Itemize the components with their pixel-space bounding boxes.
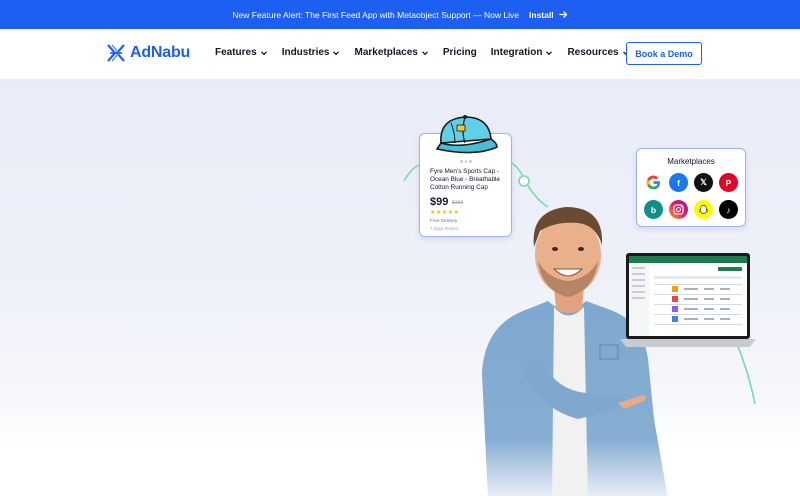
nav-label: Resources	[567, 47, 619, 58]
chevron-down-icon	[260, 50, 267, 55]
announcement-bar: New Feature Alert: The First Feed App wi…	[0, 0, 800, 29]
product-price: $99	[430, 196, 449, 208]
nav-integration[interactable]: Integration	[491, 47, 554, 58]
arrow-right-icon	[558, 11, 567, 18]
nav-marketplaces[interactable]: Marketplaces	[354, 47, 428, 58]
logo[interactable]: AdNabu	[106, 42, 190, 64]
chevron-down-icon	[333, 50, 340, 55]
return-text: 7 days Return	[430, 226, 459, 231]
product-old-price: $160	[452, 200, 464, 206]
book-demo-button[interactable]: Book a Demo	[626, 42, 702, 65]
install-label: Install	[529, 9, 554, 20]
delivery-text: Free Delivery	[430, 218, 458, 223]
marketplaces-title: Marketplaces	[667, 157, 715, 166]
marketplaces-card: Marketplaces f 𝕏 P b ♪	[636, 148, 746, 227]
x-icon: 𝕏	[694, 173, 713, 192]
install-link[interactable]: Install	[529, 10, 568, 20]
hero-section: Fyre Men's Sports Cap - Ocean Blue - Bre…	[0, 79, 800, 496]
sports-cap-image	[435, 115, 498, 154]
marketplace-icons: f 𝕏 P b ♪	[644, 173, 740, 219]
star-rating: ★★★★★	[430, 210, 460, 216]
nav-label: Marketplaces	[354, 47, 418, 58]
nav-label: Features	[215, 47, 257, 58]
site-header: AdNabu Features Industries Marketplaces …	[0, 29, 800, 79]
google-icon	[644, 173, 663, 192]
tiktok-icon: ♪	[719, 200, 738, 219]
nav-industries[interactable]: Industries	[282, 47, 341, 58]
chevron-down-icon	[546, 50, 553, 55]
nav-label: Pricing	[442, 47, 477, 58]
instagram-icon	[669, 200, 688, 219]
product-title: Fyre Men's Sports Cap - Ocean Blue - Bre…	[430, 168, 500, 191]
chevron-down-icon	[421, 50, 428, 55]
pinterest-icon: P	[719, 173, 738, 192]
announcement-message: New Feature Alert: The First Feed App wi…	[232, 9, 520, 20]
facebook-icon: f	[669, 173, 688, 192]
nav-pricing[interactable]: Pricing	[443, 47, 477, 58]
carousel-dots	[460, 160, 472, 163]
nav-resources[interactable]: Resources	[567, 47, 629, 58]
nav-label: Industries	[281, 47, 330, 58]
bing-icon: b	[644, 200, 663, 219]
snapchat-icon	[694, 200, 713, 219]
laptop-dashboard-image	[620, 253, 756, 347]
logo-text: AdNabu	[130, 44, 191, 61]
nav-label: Integration	[490, 47, 543, 58]
main-nav: Features Industries Marketplaces Pricing…	[215, 47, 644, 58]
nav-features[interactable]: Features	[215, 47, 268, 58]
adnabu-logo-icon	[107, 44, 125, 62]
